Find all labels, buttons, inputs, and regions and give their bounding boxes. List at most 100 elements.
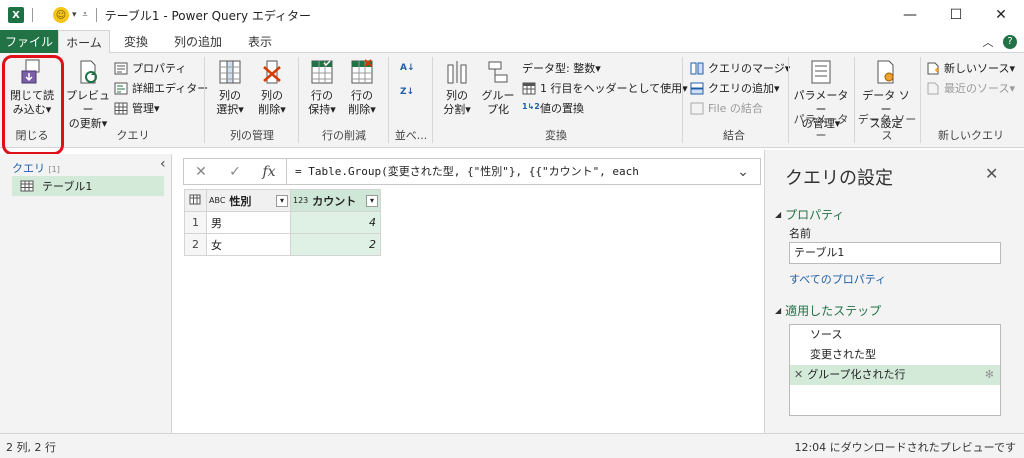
row-number[interactable]: 1 xyxy=(184,211,207,234)
delete-step-icon[interactable]: ✕ xyxy=(794,365,803,385)
table-row: 1 男 4 xyxy=(184,211,381,234)
group-by-label-2: プ化 xyxy=(487,103,509,116)
choose-columns-button[interactable]: 列の 選択▾ xyxy=(208,59,252,117)
expand-formula-icon[interactable]: ⌄ xyxy=(726,159,760,184)
sort-ascending-icon: A↓ xyxy=(400,63,415,73)
applied-steps-header[interactable]: ◢ 適用したステップ xyxy=(775,302,881,319)
replace-values-button[interactable]: 1↳2 値の置換 xyxy=(522,99,584,117)
split-column-button[interactable]: 列の 分割▾ xyxy=(436,59,478,117)
fx-label[interactable]: fx xyxy=(252,159,286,184)
split-column-icon xyxy=(447,61,467,84)
collapse-pane-icon[interactable]: ‹ xyxy=(160,156,166,172)
smiley-feedback-icon[interactable]: ☺ xyxy=(53,7,69,23)
combine-files-button[interactable]: File の結合 xyxy=(690,99,763,117)
append-queries-button[interactable]: クエリの追加 ▾ xyxy=(690,79,780,97)
filter-dropdown-icon[interactable]: ▾ xyxy=(276,194,288,207)
advanced-editor-button[interactable]: 詳細エディター xyxy=(114,79,208,97)
query-name-input[interactable]: テーブル1 xyxy=(789,242,1001,264)
chevron-down-icon: ▾ xyxy=(280,103,286,116)
properties-button[interactable]: プロパティ xyxy=(114,59,186,77)
new-source-button[interactable]: 新しいソース ▾ xyxy=(926,59,1015,77)
column-header-gender[interactable]: ABC 性別 ▾ xyxy=(206,189,291,212)
new-source-icon xyxy=(927,62,939,74)
keep-rows-icon xyxy=(311,60,333,84)
number-type-icon[interactable]: 123 xyxy=(293,196,308,205)
keep-rows-label-1: 行の xyxy=(311,89,333,102)
sort-descending-button[interactable]: Z↓ xyxy=(400,83,414,101)
row-number[interactable]: 2 xyxy=(184,233,207,256)
queries-count: [1] xyxy=(48,165,60,174)
properties-section-label: プロパティ xyxy=(785,208,845,222)
cancel-icon[interactable]: ✕ xyxy=(184,159,218,184)
check-icon[interactable]: ✓ xyxy=(218,159,252,184)
keep-rows-button[interactable]: 行の 保持▾ xyxy=(302,59,342,117)
remove-columns-icon xyxy=(263,60,281,84)
properties-section-header[interactable]: ◢ プロパティ xyxy=(775,206,844,223)
all-properties-link[interactable]: すべてのプロパティ xyxy=(789,271,886,287)
divider xyxy=(432,57,433,143)
data-type-dropdown[interactable]: データ型: 整数 ▾ xyxy=(522,59,601,77)
close-pane-icon[interactable]: ✕ xyxy=(985,164,998,183)
collapse-triangle-icon: ◢ xyxy=(775,210,782,219)
step-item-selected[interactable]: ✕ グループ化された行 ✻ xyxy=(790,365,1000,385)
status-right: 12:04 にダウンロードされたプレビューです xyxy=(794,441,1016,454)
split-column-label-1: 列の xyxy=(446,89,468,102)
recent-sources-button[interactable]: 最近のソース ▾ xyxy=(926,79,1015,97)
choose-columns-label-1: 列の xyxy=(219,89,241,102)
tab-file[interactable]: ファイル xyxy=(0,30,58,53)
gear-icon[interactable]: ✻ xyxy=(985,365,994,385)
chevron-down-icon: ▾ xyxy=(1009,81,1015,95)
group-reduce-rows-label: 行の削減 xyxy=(322,129,366,142)
query-settings-pane: クエリの設定 ✕ ◢ プロパティ 名前 テーブル1 すべてのプロパティ ◢ 適用… xyxy=(764,150,1024,433)
group-by-button[interactable]: グルー プ化 xyxy=(478,59,518,117)
cell-gender[interactable]: 男 xyxy=(206,211,291,234)
divider xyxy=(788,57,789,143)
use-first-row-as-headers-button[interactable]: 1 行目をヘッダーとして使用 ▾ xyxy=(522,79,688,97)
cell-gender[interactable]: 女 xyxy=(206,233,291,256)
append-queries-label: クエリの追加 xyxy=(708,82,774,95)
merge-queries-button[interactable]: クエリのマージ▾ xyxy=(690,59,790,77)
refresh-preview-button[interactable]: プレビュー の更新▾ xyxy=(64,59,112,131)
remove-rows-button[interactable]: 行の 削除▾ xyxy=(342,59,382,117)
data-grid: ABC 性別 ▾ 123 カウント ▾ 1 男 4 2 女 2 xyxy=(184,189,381,256)
tab-view[interactable]: 表示 xyxy=(238,30,282,53)
group-by-icon xyxy=(488,61,508,83)
maximize-button[interactable]: ☐ xyxy=(933,0,979,30)
cell-count[interactable]: 4 xyxy=(290,211,381,234)
group-newquery-label: 新しいクエリ xyxy=(938,129,1004,142)
sort-ascending-button[interactable]: A↓ xyxy=(400,59,415,77)
cell-count[interactable]: 2 xyxy=(290,233,381,256)
replace-values-label: 値の置換 xyxy=(540,102,584,115)
chevron-down-icon: ▾ xyxy=(595,61,601,75)
step-item-label: グループ化された行 xyxy=(807,368,906,381)
remove-columns-button[interactable]: 列の 削除▾ xyxy=(252,59,292,117)
chevron-down-icon[interactable]: ▾ xyxy=(72,10,77,20)
chevron-down-icon: ▾ xyxy=(465,103,471,116)
query-item-label: テーブル1 xyxy=(42,180,93,193)
collapse-ribbon-icon[interactable]: ︿ xyxy=(978,30,998,53)
manage-button[interactable]: 管理 ▾ xyxy=(114,99,160,117)
window-title: テーブル1 - Power Query エディター xyxy=(104,8,312,23)
tab-home[interactable]: ホーム xyxy=(58,30,110,54)
step-item[interactable]: 変更された型 xyxy=(790,345,1000,365)
tab-add-column[interactable]: 列の追加 xyxy=(162,30,234,53)
minimize-button[interactable]: — xyxy=(887,0,933,30)
tab-transform[interactable]: 変換 xyxy=(112,30,160,53)
applied-steps-list: ソース 変更された型 ✕ グループ化された行 ✻ xyxy=(789,324,1001,416)
text-type-icon[interactable]: ABC xyxy=(209,196,225,205)
column-header-count[interactable]: 123 カウント ▾ xyxy=(290,189,381,212)
filter-dropdown-icon[interactable]: ▾ xyxy=(366,194,378,207)
help-icon[interactable]: ? xyxy=(1000,30,1020,53)
customize-toolbar-icon[interactable]: ⩡ xyxy=(83,10,88,20)
new-source-label: 新しいソース xyxy=(944,62,1010,75)
step-item[interactable]: ソース xyxy=(790,325,1000,345)
grid-corner-menu[interactable] xyxy=(184,189,207,212)
formula-input[interactable]: = Table.Group(変更された型, {"性別"}, {{"カウント", … xyxy=(286,159,726,184)
table-icon xyxy=(114,102,128,114)
queries-header-label: クエリ xyxy=(12,162,45,175)
queries-pane: クエリ [1] ‹ テーブル1 xyxy=(0,154,172,433)
group-datasource-label: データ ソース xyxy=(857,113,917,142)
title-bar: X ☺ ▾ ⩡ テーブル1 - Power Query エディター — ☐ ✕ xyxy=(0,0,1024,30)
close-window-button[interactable]: ✕ xyxy=(978,0,1024,30)
query-item[interactable]: テーブル1 xyxy=(12,176,164,196)
